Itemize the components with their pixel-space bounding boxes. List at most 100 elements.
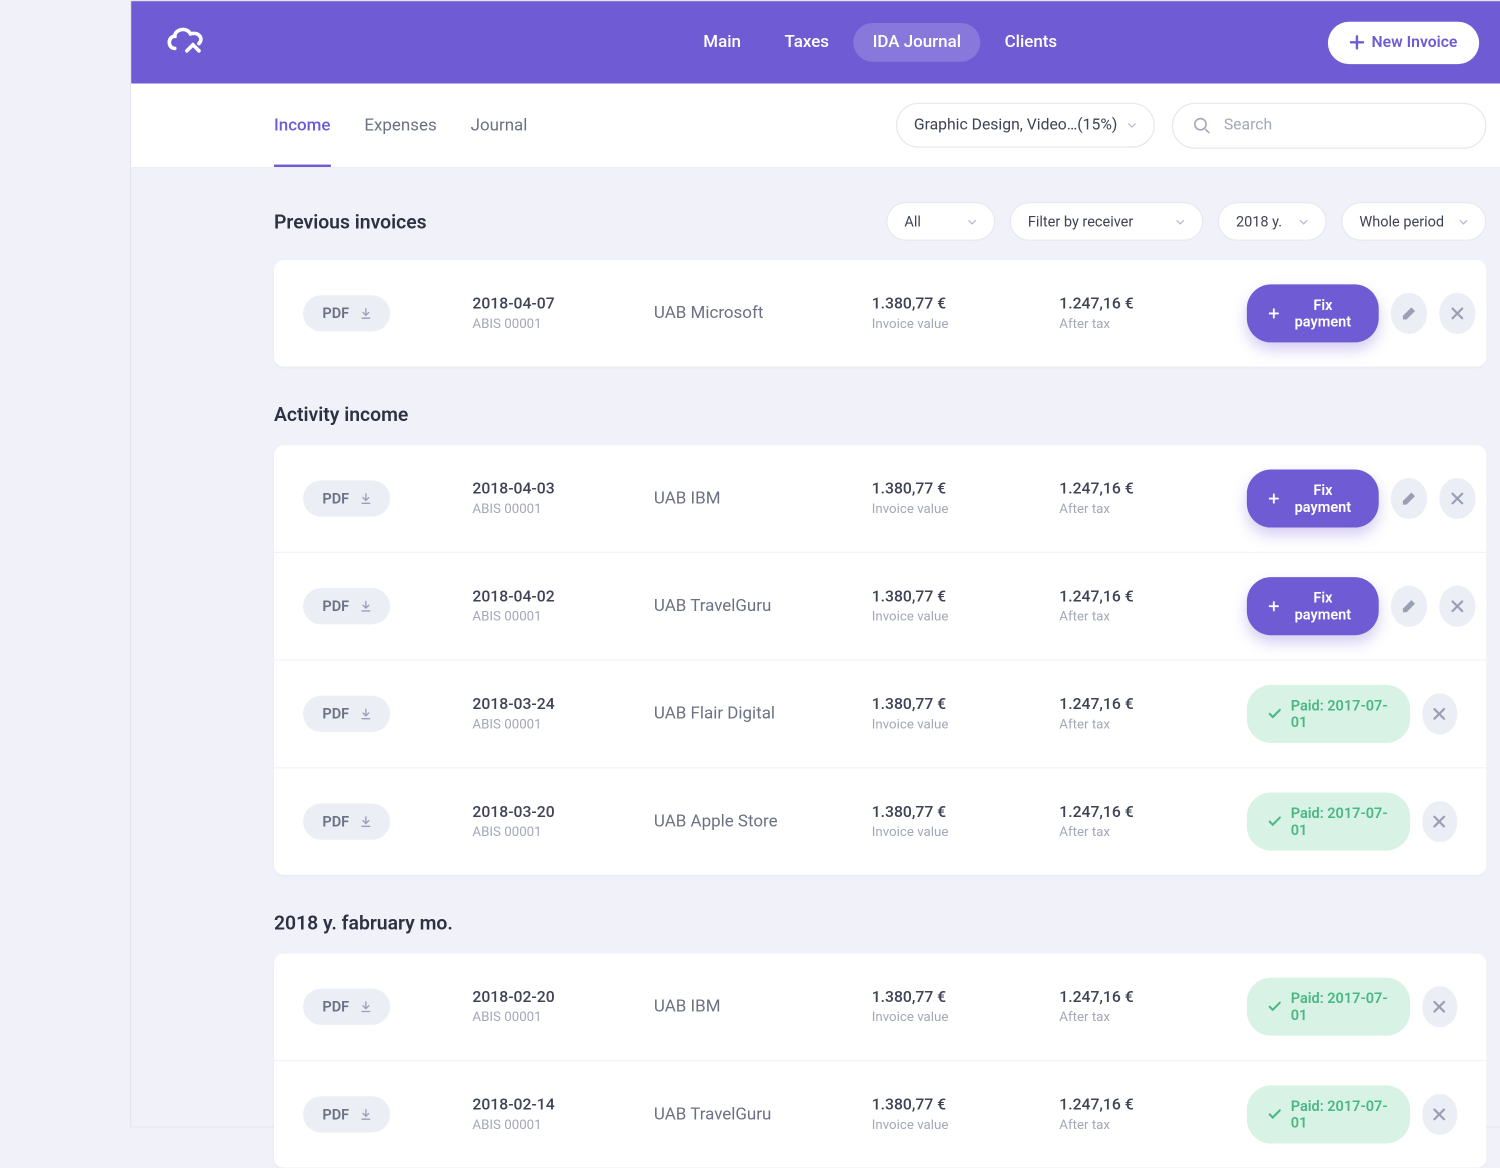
invoice-list: PDF 2018-04-07 ABIS 00001 UAB Microsoft … — [274, 260, 1486, 366]
pdf-download-button[interactable]: PDF — [303, 295, 390, 331]
pdf-download-button[interactable]: PDF — [303, 480, 390, 516]
delete-button[interactable] — [1439, 586, 1475, 627]
download-icon — [361, 707, 371, 722]
invoice-row: PDF 2018-03-20 ABIS 00001 UAB Apple Stor… — [274, 768, 1486, 874]
delete-button[interactable] — [1422, 801, 1458, 842]
invoice-row: PDF 2018-04-07 ABIS 00001 UAB Microsoft … — [274, 260, 1486, 366]
filter-status[interactable]: All — [886, 202, 995, 241]
company-name: UAB IBM — [654, 997, 872, 1016]
plus-icon — [1350, 35, 1365, 50]
search-field[interactable] — [1172, 102, 1487, 148]
close-icon — [1434, 1108, 1446, 1120]
delete-button[interactable] — [1422, 986, 1458, 1027]
invoice-ref: ABIS 00001 — [472, 316, 653, 332]
plus-icon — [1269, 600, 1279, 612]
pdf-download-button[interactable]: PDF — [303, 696, 390, 732]
after-tax-value: 1.247,16 € — [1059, 588, 1247, 606]
invoice-value: 1.380,77 € — [872, 803, 1060, 821]
download-icon — [361, 1107, 371, 1122]
invoice-ref: ABIS 00001 — [472, 1009, 653, 1025]
plus-icon — [1269, 307, 1279, 319]
edit-icon — [1402, 306, 1417, 321]
search-input[interactable] — [1224, 116, 1466, 134]
fix-payment-button[interactable]: Fix payment — [1247, 284, 1379, 342]
fix-payment-button[interactable]: Fix payment — [1247, 577, 1379, 635]
tab-expenses[interactable]: Expenses — [364, 84, 436, 166]
close-icon — [1451, 492, 1463, 504]
invoice-ref: ABIS 00001 — [472, 609, 653, 625]
download-icon — [361, 599, 371, 614]
invoice-row: PDF 2018-04-02 ABIS 00001 UAB TravelGuru… — [274, 553, 1486, 661]
invoice-ref: ABIS 00001 — [472, 824, 653, 840]
paid-badge: Paid: 2017-07-01 — [1247, 685, 1410, 743]
check-icon — [1269, 1001, 1281, 1013]
invoice-date: 2018-02-14 — [472, 1096, 653, 1114]
edit-button[interactable] — [1391, 478, 1427, 519]
invoice-value: 1.380,77 € — [872, 989, 1060, 1007]
section-title: Activity income — [274, 403, 408, 426]
pdf-download-button[interactable]: PDF — [303, 803, 390, 839]
delete-button[interactable] — [1422, 1094, 1458, 1135]
delete-button[interactable] — [1439, 293, 1475, 334]
invoice-value: 1.380,77 € — [872, 696, 1060, 714]
after-tax-value: 1.247,16 € — [1059, 989, 1247, 1007]
nav-link-taxes[interactable]: Taxes — [765, 23, 848, 62]
close-icon — [1434, 708, 1446, 720]
edit-button[interactable] — [1391, 586, 1427, 627]
download-icon — [361, 306, 371, 321]
section-title: 2018 y. fabruary mo. — [274, 911, 453, 934]
chevron-down-icon — [1175, 218, 1185, 224]
company-name: UAB TravelGuru — [654, 1105, 872, 1124]
download-icon — [361, 999, 371, 1014]
after-tax-value: 1.247,16 € — [1059, 1096, 1247, 1114]
fix-payment-button[interactable]: Fix payment — [1247, 469, 1379, 527]
download-icon — [361, 491, 371, 506]
check-icon — [1269, 708, 1281, 720]
close-icon — [1434, 816, 1446, 828]
invoice-list: PDF 2018-04-03 ABIS 00001 UAB IBM 1.380,… — [274, 445, 1486, 875]
edit-icon — [1402, 599, 1417, 614]
delete-button[interactable] — [1422, 693, 1458, 734]
invoice-date: 2018-02-20 — [472, 989, 653, 1007]
pdf-download-button[interactable]: PDF — [303, 989, 390, 1025]
filter-year[interactable]: 2018 y. — [1218, 202, 1327, 241]
filter-receiver[interactable]: Filter by receiver — [1010, 202, 1204, 241]
nav-link-main[interactable]: Main — [684, 23, 760, 62]
delete-button[interactable] — [1439, 478, 1475, 519]
close-icon — [1434, 1001, 1446, 1013]
close-icon — [1451, 600, 1463, 612]
tab-journal[interactable]: Journal — [471, 84, 528, 166]
invoice-ref: ABIS 00001 — [472, 501, 653, 517]
invoice-date: 2018-03-24 — [472, 696, 653, 714]
tab-income[interactable]: Income — [274, 84, 331, 166]
invoice-value: 1.380,77 € — [872, 1096, 1060, 1114]
after-tax-value: 1.247,16 € — [1059, 803, 1247, 821]
top-nav: MainTaxesIDA JournalClients New Invoice … — [131, 1, 1500, 83]
pdf-download-button[interactable]: PDF — [303, 1096, 390, 1132]
company-name: UAB Microsoft — [654, 304, 872, 323]
check-icon — [1269, 1108, 1281, 1120]
edit-icon — [1402, 491, 1417, 506]
company-name: UAB IBM — [654, 489, 872, 508]
invoice-row: PDF 2018-03-24 ABIS 00001 UAB Flair Digi… — [274, 661, 1486, 769]
download-icon — [361, 814, 371, 829]
invoice-row: PDF 2018-04-03 ABIS 00001 UAB IBM 1.380,… — [274, 445, 1486, 553]
nav-link-ida-journal[interactable]: IDA Journal — [853, 23, 980, 62]
new-invoice-button[interactable]: New Invoice — [1328, 21, 1479, 63]
logo-icon — [163, 22, 211, 63]
filter-period[interactable]: Whole period — [1341, 202, 1486, 241]
paid-badge: Paid: 2017-07-01 — [1247, 793, 1410, 851]
edit-button[interactable] — [1391, 293, 1427, 334]
sub-nav: Income Expenses Journal Graphic Design, Vi… — [131, 83, 1500, 168]
after-tax-value: 1.247,16 € — [1059, 295, 1247, 313]
invoice-value: 1.380,77 € — [872, 480, 1060, 498]
invoice-date: 2018-04-07 — [472, 295, 653, 313]
after-tax-value: 1.247,16 € — [1059, 696, 1247, 714]
pdf-download-button[interactable]: PDF — [303, 588, 390, 624]
chevron-down-icon — [1127, 122, 1137, 128]
invoice-value: 1.380,77 € — [872, 295, 1060, 313]
paid-badge: Paid: 2017-07-01 — [1247, 978, 1410, 1036]
search-icon — [1192, 116, 1211, 135]
category-dropdown[interactable]: Graphic Design, Video…(15%) — [896, 103, 1155, 148]
nav-link-clients[interactable]: Clients — [985, 23, 1076, 62]
